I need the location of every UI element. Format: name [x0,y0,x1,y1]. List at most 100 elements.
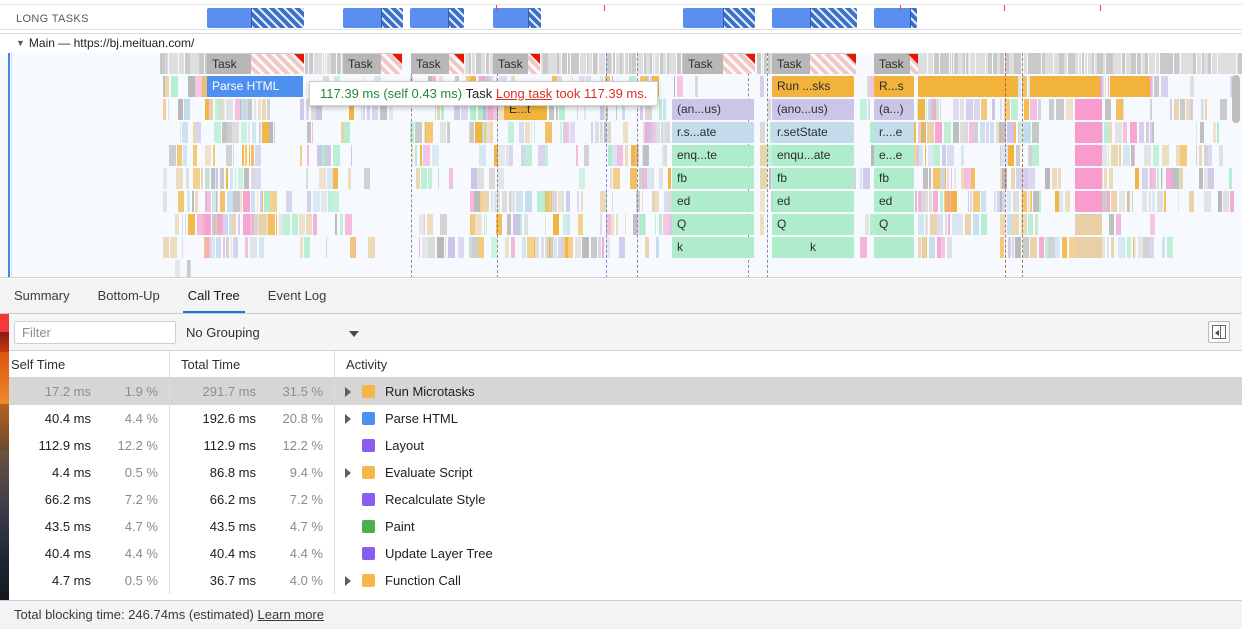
flame-frame-bar[interactable]: ed [874,191,914,212]
long-task-bar[interactable] [874,8,917,28]
flame-micro-event [232,122,239,143]
flame-frame-bar[interactable]: r.s...ate [672,122,754,143]
flame-frame-bar[interactable]: R...s [874,76,914,97]
flame-frame-bar[interactable]: fb [874,168,914,189]
long-task-bar[interactable] [772,8,857,28]
tab-summary[interactable]: Summary [0,279,84,313]
table-row[interactable]: 17.2 ms1.9 %291.7 ms31.5 %Run Microtasks [0,378,1242,405]
flame-micro-event [863,168,870,189]
tab-event-log[interactable]: Event Log [254,279,341,313]
chevron-down-icon[interactable]: ▼ [16,34,25,53]
long-task-bar[interactable] [207,8,304,28]
flame-micro-event [945,168,946,189]
flame-micro-event [1238,53,1242,74]
flame-micro-event [306,168,308,189]
flame-frame-bar[interactable]: Q [672,214,754,235]
table-row[interactable]: 40.4 ms4.4 %192.6 ms20.8 %Parse HTML [0,405,1242,432]
devtools-performance-panel: LONG TASKS ▼Main — https://bj.meituan.co… [0,0,1242,629]
flame-frame-bar[interactable]: Q [874,214,914,235]
table-row[interactable]: 4.7 ms0.5 %36.7 ms4.0 %Function Call [0,567,1242,594]
flame-frame-bar[interactable]: (ano...us) [772,99,854,120]
flame-frame-bar[interactable]: (a...) [874,99,914,120]
main-track-header[interactable]: ▼Main — https://bj.meituan.com/ [0,34,1242,53]
table-row[interactable]: 66.2 ms7.2 %66.2 ms7.2 %Recalculate Styl… [0,486,1242,513]
flame-frame-bar[interactable]: enq...te [672,145,754,166]
long-task-bar[interactable] [410,8,464,28]
flame-task-bar[interactable]: Task [493,53,540,74]
flame-micro-event [1204,191,1211,212]
flame-frame-bar[interactable]: k [672,237,754,258]
flame-task-bar[interactable]: Task [411,53,464,74]
flame-micro-event [1011,168,1015,189]
flame-task-bar[interactable]: Task [874,53,918,74]
table-row[interactable]: 43.5 ms4.7 %43.5 ms4.7 %Paint [0,513,1242,540]
table-row[interactable]: 40.4 ms4.4 %40.4 ms4.4 %Update Layer Tre… [0,540,1242,567]
flame-frame-bar[interactable]: Q [772,214,854,235]
main-thread-flame-chart[interactable]: ▼Main — https://bj.meituan.com/ Task Task… [0,34,1242,278]
column-header-total-time[interactable]: Total Time [170,351,335,378]
flame-frame-bar[interactable]: r.setState [772,122,854,143]
tooltip-warning-link[interactable]: Long task [496,86,552,101]
flame-frame-bar[interactable]: e...e [874,145,914,166]
flame-micro-event [1024,99,1029,120]
flame-micro-event [475,122,482,143]
flame-chart-divider [1005,53,1006,278]
flame-micro-event [920,122,926,143]
flame-bar-label: Task [348,57,373,71]
flame-micro-event [312,122,313,143]
flame-frame-bar[interactable]: ed [672,191,754,212]
flame-micro-event [257,191,258,212]
self-time-percent: 4.4 % [100,408,162,429]
long-task-bar[interactable] [493,8,541,28]
table-row[interactable]: 4.4 ms0.5 %86.8 ms9.4 %Evaluate Script [0,459,1242,486]
flame-frame-bar[interactable]: (an...us) [672,99,754,120]
flame-frame-bar[interactable]: fb [672,168,754,189]
long-task-bar[interactable] [343,8,403,28]
flame-micro-event [562,191,564,212]
activity-color-swatch [362,493,375,506]
flame-micro-event [1161,76,1168,97]
flame-micro-event [432,145,439,166]
filter-input[interactable] [14,321,176,344]
flame-task-bar[interactable]: Task [207,53,304,74]
long-tasks-lane[interactable]: LONG TASKS [0,4,1242,30]
flame-task-bar[interactable]: Task [343,53,402,74]
flame-task-bar[interactable]: Task [683,53,755,74]
flame-frame-bar[interactable]: Run ...sks [772,76,854,97]
flame-micro-event [1162,145,1169,166]
expand-triangle-icon[interactable] [345,414,351,424]
flame-micro-event [981,214,987,235]
expand-triangle-icon[interactable] [345,576,351,586]
activity-color-swatch [362,547,375,560]
tab-call-tree[interactable]: Call Tree [174,279,254,313]
sidebar-toggle-button[interactable] [1208,321,1230,343]
grouping-select[interactable]: No Grouping [186,322,260,344]
expand-triangle-icon[interactable] [345,387,351,397]
table-row[interactable]: 112.9 ms12.2 %112.9 ms12.2 %Layout [0,432,1242,459]
flame-frame-bar[interactable]: Parse HTML [207,76,303,97]
tab-bottom-up[interactable]: Bottom-Up [84,279,174,313]
flame-frame-bar[interactable]: r....e [874,122,914,143]
flame-micro-event [1119,145,1121,166]
flame-chart-scrollbar[interactable] [1232,75,1240,123]
flame-frame-bar[interactable]: enqu...ate [772,145,854,166]
expand-triangle-icon[interactable] [345,468,351,478]
flame-micro-event [427,214,433,235]
flame-task-bar[interactable]: Task [772,53,856,74]
long-task-bar[interactable] [683,8,755,28]
flame-micro-event [259,214,266,235]
column-header-activity[interactable]: Activity [335,351,387,378]
column-header-self-time[interactable]: Self Time [0,351,170,378]
flame-frame-bar[interactable]: ed [772,191,854,212]
flame-frame-bar[interactable]: k [772,237,854,258]
flame-micro-event [486,53,489,74]
flame-frame-bar[interactable]: fb [772,168,854,189]
flame-micro-event [663,53,666,74]
flame-frame-bar[interactable] [874,237,914,258]
flame-micro-event [502,191,507,212]
learn-more-link[interactable]: Learn more [258,607,324,622]
flame-micro-event [980,53,985,74]
call-tree-table[interactable]: Self Time Total Time Activity 17.2 ms1.9… [0,351,1242,600]
flame-micro-event [1039,237,1044,258]
flame-micro-event [206,191,211,212]
